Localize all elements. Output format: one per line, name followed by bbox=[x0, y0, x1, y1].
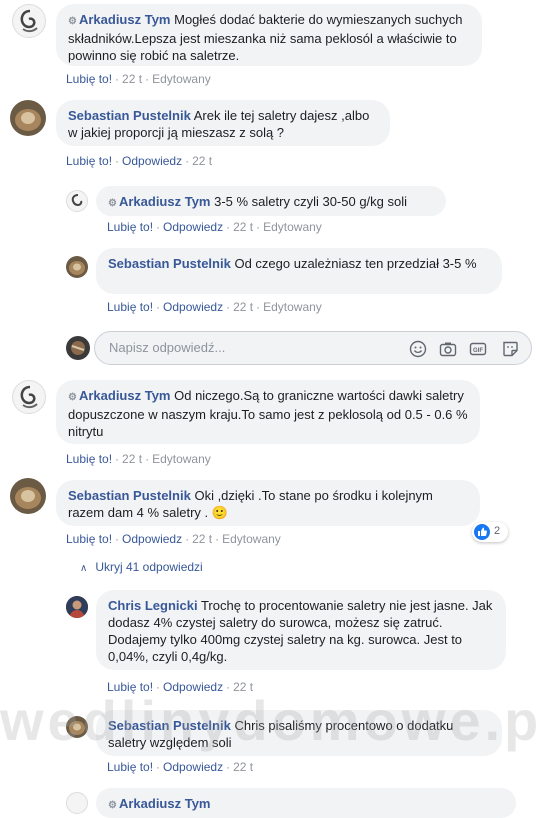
comment-author[interactable]: Sebastian Pustelnik bbox=[68, 108, 191, 123]
avatar-image bbox=[71, 194, 83, 207]
comment-bubble: Sebastian Pustelnik Od czego uzależniasz… bbox=[96, 248, 502, 294]
comment-time[interactable]: 22 t bbox=[122, 452, 142, 466]
comment-bubble: ⚙ Arkadiusz Tym 3-5 % saletry czyli 30-50… bbox=[96, 186, 446, 216]
comment-author[interactable]: Sebastian Pustelnik bbox=[108, 256, 231, 271]
avatar[interactable] bbox=[66, 596, 88, 618]
current-user-avatar bbox=[66, 336, 90, 360]
like-link[interactable]: Lubię to! bbox=[66, 532, 112, 546]
reply-link[interactable]: Odpowiedz bbox=[122, 532, 182, 546]
settings-icon: ⚙ bbox=[68, 392, 77, 403]
comment-actions: Lubię to! · Odpowiedz · 22 t · Edytowany bbox=[107, 300, 322, 314]
hide-replies-toggle[interactable]: ∧ Ukryj 41 odpowiedzi bbox=[80, 560, 203, 574]
comment-actions: Lubię to! · Odpowiedz · 22 t bbox=[107, 680, 254, 694]
smile-emoji: 🙂 bbox=[211, 505, 228, 520]
like-link[interactable]: Lubię to! bbox=[66, 452, 112, 466]
chevron-up-icon: ∧ bbox=[80, 563, 88, 574]
comment-author[interactable]: Arkadiusz Tym bbox=[79, 12, 171, 27]
comment-author[interactable]: Sebastian Pustelnik bbox=[68, 488, 191, 503]
comment-bubble: ⚙ Arkadiusz Tym Od niczego.Są to graniczn… bbox=[56, 380, 480, 444]
comment-bubble: Chris Legnicki Trochę to procentowanie s… bbox=[96, 590, 506, 670]
comment-actions: Lubię to! · Odpowiedz · 22 t · Edytowany bbox=[66, 532, 281, 546]
settings-icon: ⚙ bbox=[68, 16, 77, 27]
reply-link[interactable]: Odpowiedz bbox=[163, 760, 223, 774]
comment-bubble: Sebastian Pustelnik Oki ,dzięki .To stan… bbox=[56, 480, 480, 526]
comment-text: Od czego uzależniasz ten przedział 3-5 % bbox=[234, 256, 477, 271]
reply-link[interactable]: Odpowiedz bbox=[122, 154, 182, 168]
avatar-image bbox=[20, 385, 38, 409]
comment-author[interactable]: Arkadiusz Tym bbox=[119, 796, 211, 811]
comment-author[interactable]: Arkadiusz Tym bbox=[119, 194, 211, 209]
comment-actions: Lubię to! · 22 t · Edytowany bbox=[66, 72, 211, 86]
like-link[interactable]: Lubię to! bbox=[66, 72, 112, 86]
comment-time[interactable]: 22 t bbox=[233, 300, 253, 314]
comment-text: 3-5 % saletry czyli 30-50 g/kg soli bbox=[214, 194, 408, 209]
comment-bubble: ⚙ Arkadiusz Tym Mogłeś dodać bakterie do … bbox=[56, 4, 482, 66]
hide-replies-label: Ukryj 41 odpowiedzi bbox=[95, 560, 203, 574]
settings-icon: ⚙ bbox=[108, 800, 117, 811]
comment-actions: Lubię to! · Odpowiedz · 22 t bbox=[107, 760, 254, 774]
edited-label[interactable]: Edytowany bbox=[152, 72, 211, 86]
avatar[interactable] bbox=[12, 380, 46, 414]
comment-time[interactable]: 22 t bbox=[122, 72, 142, 86]
like-reaction-icon bbox=[474, 524, 490, 540]
emoji-icon[interactable] bbox=[409, 340, 427, 358]
like-link[interactable]: Lubię to! bbox=[107, 760, 153, 774]
comment-author[interactable]: Sebastian Pustelnik bbox=[108, 718, 231, 733]
avatar-image bbox=[69, 261, 85, 275]
avatar[interactable] bbox=[66, 190, 88, 212]
reply-input[interactable] bbox=[107, 339, 391, 356]
like-link[interactable]: Lubię to! bbox=[66, 154, 112, 168]
comment-bubble: ⚙ Arkadiusz Tym bbox=[96, 788, 516, 818]
like-link[interactable]: Lubię to! bbox=[107, 300, 153, 314]
comment-actions: Lubię to! · Odpowiedz · 22 t bbox=[66, 154, 213, 168]
avatar-image bbox=[15, 487, 41, 509]
avatar[interactable] bbox=[66, 716, 88, 738]
avatar-image bbox=[66, 596, 88, 618]
comment-time[interactable]: 22 t bbox=[233, 220, 253, 234]
comment-actions: Lubię to! · Odpowiedz · 22 t · Edytowany bbox=[107, 220, 322, 234]
avatar-image bbox=[15, 109, 41, 131]
camera-icon[interactable] bbox=[439, 340, 457, 358]
reactions-badge[interactable]: 2 bbox=[472, 522, 508, 542]
reply-box: GIF bbox=[94, 331, 532, 365]
gif-icon[interactable]: GIF bbox=[469, 340, 487, 358]
avatar-image bbox=[20, 9, 38, 33]
comment-time[interactable]: 22 t bbox=[192, 154, 212, 168]
edited-label[interactable]: Edytowany bbox=[263, 220, 322, 234]
reactions-count: 2 bbox=[494, 525, 501, 537]
avatar[interactable] bbox=[12, 4, 46, 38]
sticker-icon[interactable] bbox=[501, 340, 519, 358]
avatar[interactable] bbox=[10, 100, 46, 136]
avatar[interactable] bbox=[66, 256, 88, 278]
comment-time[interactable]: 22 t bbox=[192, 532, 212, 546]
comment-author[interactable]: Arkadiusz Tym bbox=[79, 388, 171, 403]
comment-bubble: Sebastian Pustelnik Arek ile tej saletry… bbox=[56, 100, 390, 146]
avatar[interactable] bbox=[10, 478, 46, 514]
reply-link[interactable]: Odpowiedz bbox=[163, 220, 223, 234]
reply-link[interactable]: Odpowiedz bbox=[163, 300, 223, 314]
comment-bubble: Sebastian Pustelnik Chris pisaliśmy proc… bbox=[96, 710, 502, 756]
edited-label[interactable]: Edytowany bbox=[222, 532, 281, 546]
settings-icon: ⚙ bbox=[108, 198, 117, 209]
comment-actions: Lubię to! · 22 t · Edytowany bbox=[66, 452, 211, 466]
reply-link[interactable]: Odpowiedz bbox=[163, 680, 223, 694]
svg-text:GIF: GIF bbox=[473, 348, 483, 354]
edited-label[interactable]: Edytowany bbox=[263, 300, 322, 314]
comment-time[interactable]: 22 t bbox=[233, 680, 253, 694]
avatar[interactable] bbox=[66, 792, 88, 814]
comment-author[interactable]: Chris Legnicki bbox=[108, 598, 198, 613]
avatar-image bbox=[69, 721, 85, 735]
avatar-image bbox=[71, 341, 85, 355]
like-link[interactable]: Lubię to! bbox=[107, 220, 153, 234]
like-link[interactable]: Lubię to! bbox=[107, 680, 153, 694]
comment-time[interactable]: 22 t bbox=[233, 760, 253, 774]
edited-label[interactable]: Edytowany bbox=[152, 452, 211, 466]
